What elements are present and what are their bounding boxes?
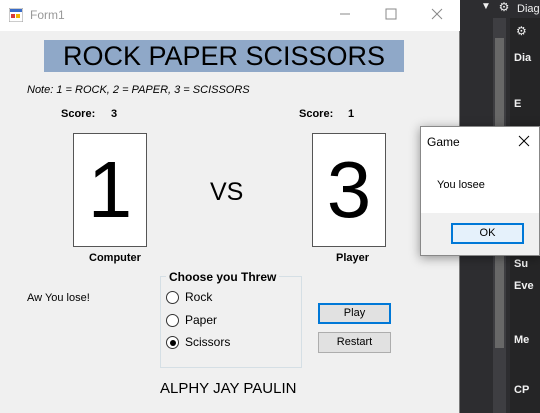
legend-note: Note: 1 = ROCK, 2 = PAPER, 3 = SCISSORS [27,84,250,96]
result-text: Aw You lose! [27,292,90,304]
radio-label[interactable]: Paper [185,313,217,327]
app-icon [9,8,23,22]
window-title: Form1 [30,8,65,22]
author-label: ALPHY JAY PAULIN [160,380,297,397]
radio-button-icon[interactable] [166,291,179,304]
gear-icon[interactable]: ⚙ [516,24,530,38]
close-icon[interactable] [513,131,535,153]
minimize-icon[interactable] [322,0,368,31]
player-choice-card: 3 [312,133,386,247]
play-button[interactable]: Play [318,303,391,324]
ide-panel-row[interactable]: Eve [514,280,534,292]
computer-score-label: Score: [61,108,96,120]
radio-label[interactable]: Scissors [185,335,230,349]
ide-panel-row[interactable]: Me [514,334,529,346]
ide-toolbar: ▼ ⚙ Diag [460,0,540,18]
dropdown-icon[interactable]: ▼ [478,1,494,17]
ide-panel-row[interactable]: E [514,98,521,110]
restart-button[interactable]: Restart [318,332,391,353]
gear-icon[interactable]: ⚙ [496,0,512,16]
ide-panel-row[interactable]: CP [514,384,529,396]
dialog-title: Game [427,135,460,149]
radio-button-icon[interactable] [166,314,179,327]
radio-button-checked-icon[interactable] [166,336,179,349]
game-heading: ROCK PAPER SCISSORS [44,40,404,72]
radio-scissors[interactable]: Scissors [166,334,296,350]
ide-panel-row[interactable]: Dia [514,52,531,64]
radio-paper[interactable]: Paper [166,312,296,328]
close-icon[interactable] [414,0,460,31]
form-window: Form1 ROCK PAPER SCISSORS Note: 1 = ROCK… [0,0,460,413]
title-bar[interactable]: Form1 [0,0,460,31]
computer-choice-card: 1 [73,133,147,247]
radio-rock[interactable]: Rock [166,289,296,305]
player-score-label: Score: [299,108,334,120]
computer-label: Computer [89,252,141,264]
vs-label: VS [210,178,244,206]
ide-panel-title: Diag [517,3,540,15]
computer-score-value: 3 [111,108,118,120]
player-score-value: 1 [348,108,355,120]
maximize-icon[interactable] [368,0,414,31]
message-dialog: Game You losee OK [420,126,540,256]
dialog-message: You losee [437,179,485,191]
ok-button[interactable]: OK [451,223,524,244]
player-label: Player [336,252,370,264]
choice-group-title: Choose you Threw [166,270,280,284]
ide-panel-row[interactable]: Su [514,258,528,270]
radio-label[interactable]: Rock [185,290,212,304]
